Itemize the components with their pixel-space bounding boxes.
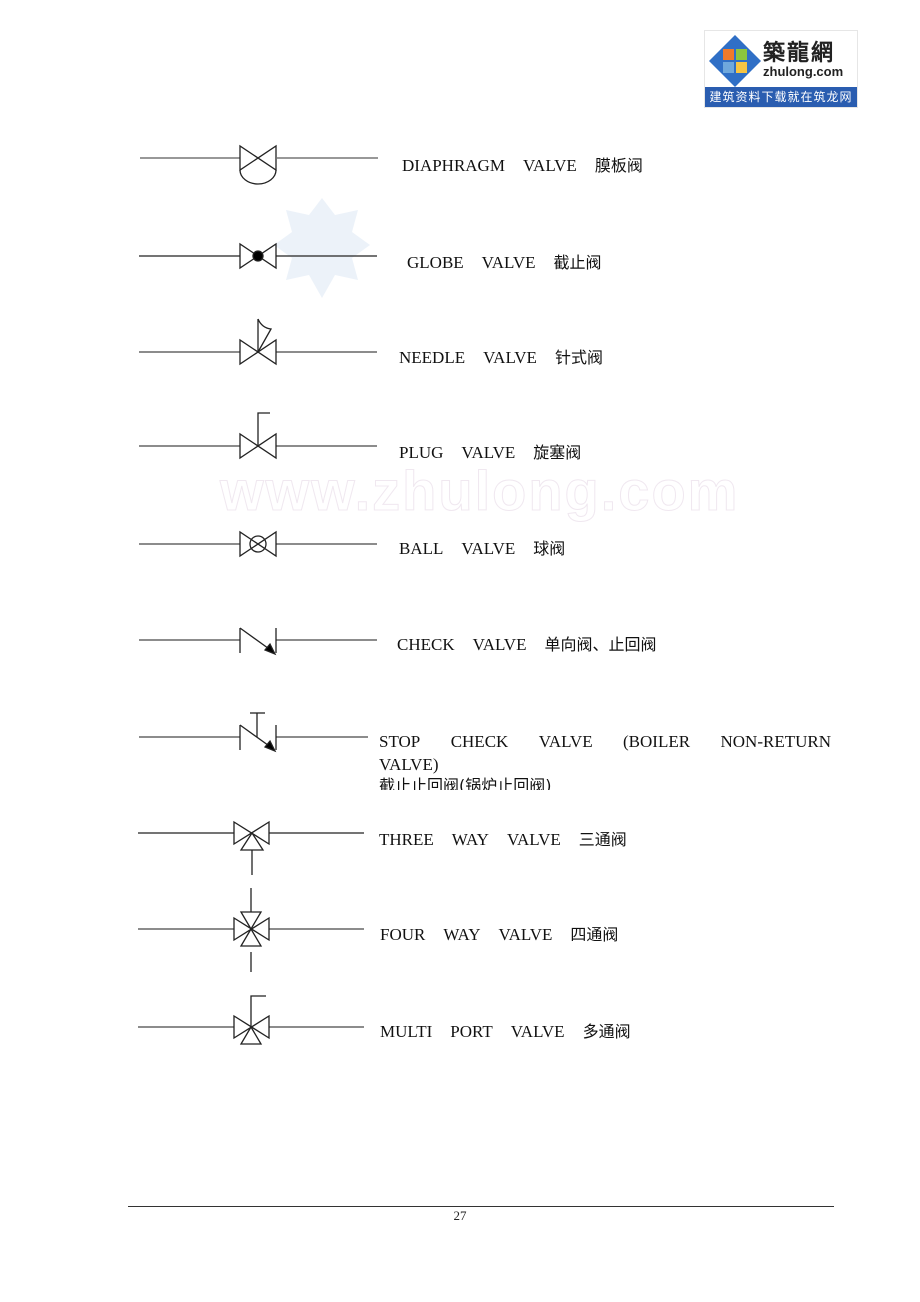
label-word: VALVE (461, 443, 516, 462)
label-word: (BOILER (623, 732, 691, 751)
multi-port-valve-symbol (138, 995, 364, 1045)
check-valve-symbol (139, 627, 377, 656)
label-cn: 截止阀 (553, 253, 602, 272)
footer-rule (128, 1206, 834, 1207)
label-cn: 四通阀 (570, 925, 619, 944)
label-cn: 三通阀 (578, 830, 627, 849)
globe-valve-symbol (139, 242, 377, 270)
page-number: 27 (453, 1208, 467, 1223)
label-word: NEEDLE (399, 348, 466, 367)
valve-label-diaphragm: DIAPHRAGM VALVE 膜板阀 (402, 152, 643, 176)
plug-valve-symbol (139, 412, 377, 460)
label-word: CHECK (397, 635, 455, 654)
label-cn: 旋塞阀 (533, 443, 582, 462)
label-word: BALL (399, 539, 444, 558)
label-word: WAY (451, 830, 489, 849)
three-way-valve-symbol (138, 820, 364, 875)
label-word: VALVE (498, 925, 553, 944)
ball-valve-symbol (139, 530, 377, 558)
document-page: 築龍網 zhulong.com 建筑资料下载就在筑龙网 www.zhulong.… (0, 0, 920, 1302)
valve-label-check: CHECK VALVE 单向阀、止回阀 (397, 631, 657, 655)
needle-valve-symbol (139, 318, 377, 366)
label-word: PLUG (399, 443, 444, 462)
label-word: VALVE (472, 635, 527, 654)
stop-check-line-2: VALVE) (379, 753, 831, 776)
valve-label-ball: BALL VALVE 球阀 (399, 535, 565, 559)
label-word: WAY (443, 925, 481, 944)
label-cn: 针式阀 (554, 348, 603, 367)
valve-label-globe: GLOBE VALVE 截止阀 (407, 249, 602, 273)
label-word: VALVE (481, 253, 536, 272)
label-word: MULTI (380, 1022, 433, 1041)
valve-label-three-way: THREE WAY VALVE 三通阀 (379, 826, 627, 850)
stop-check-line-1: STOP CHECK VALVE (BOILER NON-RETURN (379, 730, 831, 753)
stop-check-valve-symbol (139, 712, 368, 753)
label-word: VALVE (522, 156, 577, 175)
label-cn: 截止止回阀(锅炉止回阀) (379, 776, 552, 790)
diaphragm-valve-symbol (140, 144, 378, 185)
valve-label-plug: PLUG VALVE 旋塞阀 (399, 439, 581, 463)
label-cn: 多通阀 (582, 1022, 631, 1041)
four-way-valve-symbol (138, 888, 364, 972)
label-word: VALVE (483, 348, 537, 367)
label-word: THREE (379, 830, 434, 849)
label-word: VALVE (461, 539, 516, 558)
label-word: VALVE (510, 1022, 565, 1041)
label-word: VALVE (538, 732, 593, 751)
label-word: STOP (379, 732, 421, 751)
label-word: GLOBE (407, 253, 464, 272)
label-word: VALVE) (379, 755, 439, 774)
label-cn: 膜板阀 (594, 156, 643, 175)
valve-label-needle: NEEDLE VALVE 针式阀 (399, 344, 603, 368)
label-word: DIAPHRAGM (402, 156, 505, 175)
label-word: PORT (450, 1022, 493, 1041)
valve-label-multi-port: MULTI PORT VALVE 多通阀 (380, 1018, 631, 1042)
label-word: FOUR (380, 925, 426, 944)
label-word: VALVE (506, 830, 561, 849)
label-word: NON-RETURN (720, 732, 831, 751)
valve-label-four-way: FOUR WAY VALVE 四通阀 (380, 921, 618, 945)
label-cn: 单向阀、止回阀 (544, 635, 657, 654)
valve-label-stop-check: STOP CHECK VALVE (BOILER NON-RETURN VALV… (379, 730, 831, 790)
label-word: CHECK (450, 732, 509, 751)
label-cn: 球阀 (533, 539, 566, 558)
